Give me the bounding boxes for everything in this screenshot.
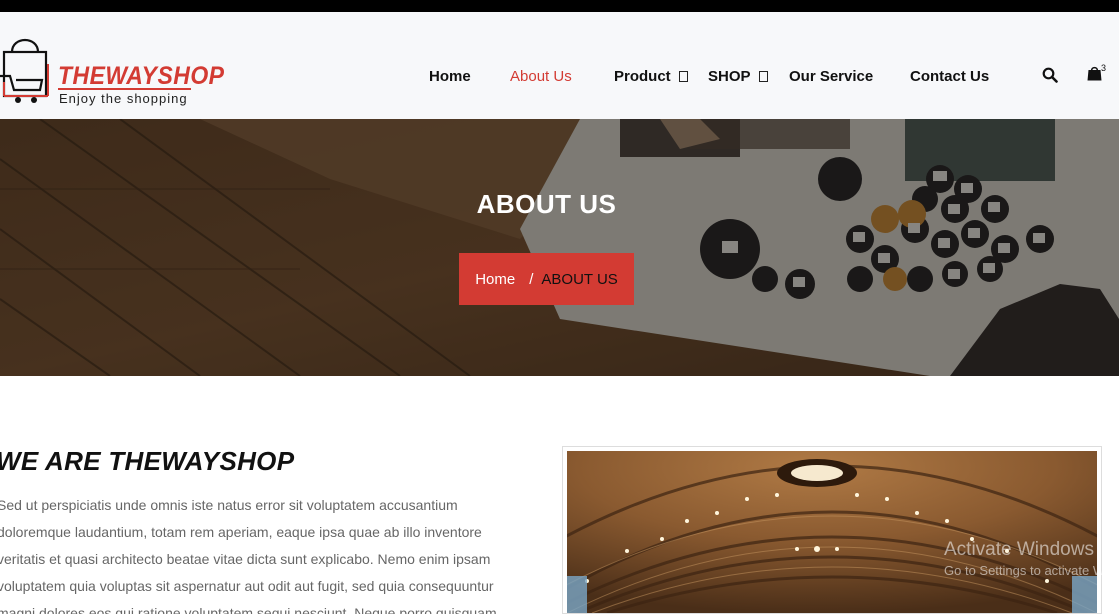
- about-text-line: veritatis et quasi architecto beatae vit…: [0, 551, 491, 567]
- shopping-bag-icon[interactable]: [1087, 65, 1102, 86]
- banner-background-image: [0, 119, 1119, 376]
- about-paragraph: Sed ut perspiciatis unde omnis iste natu…: [0, 492, 527, 614]
- main-nav: Home About Us Product SHOP Our Service C…: [0, 24, 1119, 131]
- dropdown-caret-icon: [758, 71, 768, 82]
- cart-count-badge: 3: [1101, 63, 1107, 73]
- nav-shop-label: SHOP: [708, 68, 751, 85]
- vaulted-ceiling-photo: [567, 451, 1097, 613]
- top-black-bar: [0, 0, 1119, 12]
- nav-contact-us[interactable]: Contact Us: [910, 68, 989, 85]
- about-image: [562, 446, 1102, 614]
- nav-home[interactable]: Home: [429, 68, 471, 85]
- breadcrumb: Home / ABOUT US: [459, 253, 634, 305]
- breadcrumb-separator: /: [529, 270, 534, 288]
- about-text-line: voluptatem quia voluptas sit aspernatur …: [0, 578, 494, 594]
- nav-product[interactable]: Product: [614, 68, 688, 85]
- breadcrumb-current: ABOUT US: [541, 270, 618, 288]
- nav-our-service[interactable]: Our Service: [789, 68, 873, 85]
- breadcrumb-home-link[interactable]: Home: [475, 271, 515, 288]
- dropdown-caret-icon: [678, 71, 688, 82]
- nav-product-label: Product: [614, 68, 671, 85]
- nav-about-us[interactable]: About Us: [510, 68, 572, 85]
- watermark-line-1: Activate Windows: [944, 539, 1094, 560]
- nav-shop[interactable]: SHOP: [708, 68, 768, 85]
- windows-activation-watermark: Activate Windows Go to Settings to activ…: [944, 539, 1105, 578]
- about-text-line: Sed ut perspiciatis unde omnis iste natu…: [0, 497, 458, 513]
- about-text-line: doloremque laudantium, totam rem aperiam…: [0, 524, 482, 540]
- page-title: ABOUT US: [476, 189, 617, 219]
- site-header: THEWAYSHOP Enjoy the shopping Home About…: [0, 12, 1119, 119]
- page-banner: ABOUT US Home / ABOUT US: [0, 119, 1119, 376]
- about-text-line: magni dolores eos qui ratione voluptatem…: [0, 605, 497, 614]
- search-icon[interactable]: [1042, 67, 1058, 88]
- watermark-line-2: Go to Settings to activate W: [944, 563, 1106, 578]
- about-heading: WE ARE THEWAYSHOP: [0, 446, 295, 476]
